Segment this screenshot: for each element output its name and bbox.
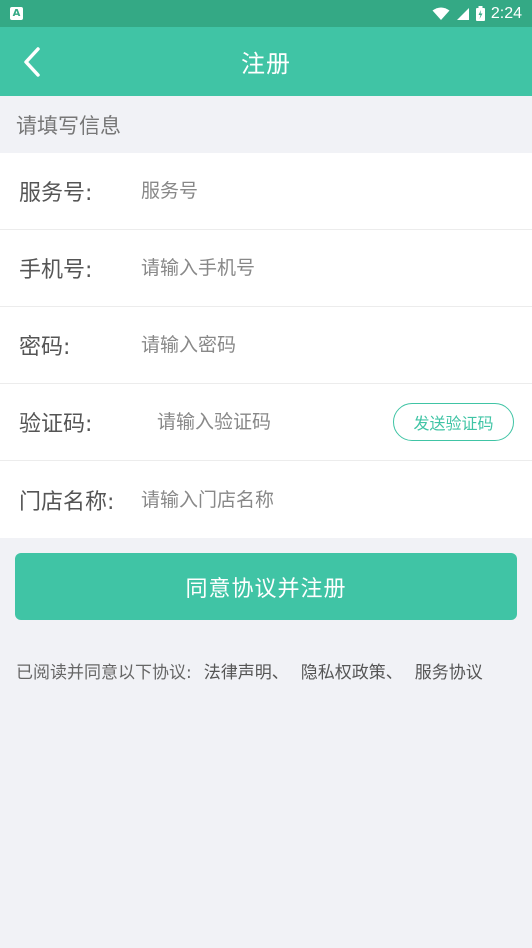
form-row-phone: 手机号:	[0, 230, 532, 307]
service-agreement-link[interactable]: 服务协议	[415, 658, 483, 683]
form-row-store-name: 门店名称:	[0, 461, 532, 538]
battery-icon	[475, 6, 485, 21]
code-input[interactable]	[157, 402, 377, 442]
store-name-input[interactable]	[141, 479, 381, 520]
registration-form: 服务号: 手机号: 密码: 验证码: 发送验证码 门店名称:	[0, 153, 532, 538]
form-row-password: 密码:	[0, 307, 532, 384]
form-row-code: 验证码: 发送验证码	[0, 384, 532, 461]
agreement-line: 已阅读并同意以下协议: 法律声明、 隐私权政策、 服务协议	[16, 655, 526, 685]
agreement-prefix: 已阅读并同意以下协议:	[16, 662, 192, 683]
app-notification-icon: A	[10, 7, 23, 20]
form-row-service-no: 服务号:	[0, 153, 532, 230]
back-button[interactable]	[14, 45, 50, 79]
privacy-policy-link[interactable]: 隐私权政策、	[301, 658, 403, 683]
legal-notice-link[interactable]: 法律声明、	[204, 658, 289, 683]
status-bar: A 2:24	[0, 0, 532, 27]
chevron-left-icon	[24, 47, 40, 77]
password-label: 密码:	[19, 335, 71, 360]
phone-label: 手机号:	[19, 258, 93, 283]
status-time: 2:24	[490, 4, 522, 22]
page-title: 注册	[241, 50, 291, 78]
phone-input[interactable]	[141, 248, 381, 288]
send-code-button[interactable]: 发送验证码	[393, 403, 514, 441]
app-bar: 注册	[0, 27, 532, 96]
service-no-label: 服务号:	[19, 181, 93, 206]
wifi-icon	[432, 7, 450, 20]
code-label: 验证码:	[19, 412, 93, 437]
service-no-input[interactable]	[141, 171, 381, 211]
section-title: 请填写信息	[16, 113, 121, 138]
store-name-label: 门店名称:	[19, 489, 115, 515]
signal-icon	[456, 7, 469, 20]
password-input[interactable]	[141, 325, 381, 365]
agree-register-button[interactable]: 同意协议并注册	[15, 553, 517, 620]
status-icons: 2:24	[432, 5, 522, 23]
